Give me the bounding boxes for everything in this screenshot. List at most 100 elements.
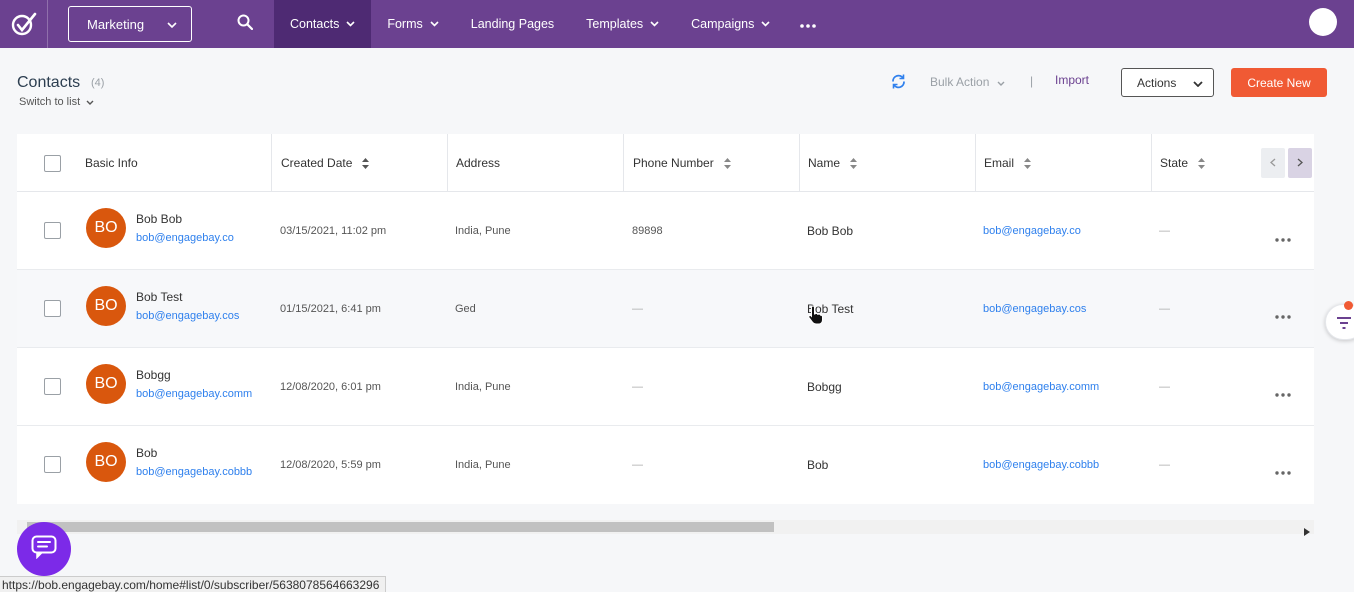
top-navbar: Marketing Contacts Forms Landing Pages T…: [0, 0, 1354, 48]
workspace-dropdown[interactable]: Marketing: [68, 6, 192, 42]
table-row[interactable]: BO Bobgg bob@engagebay.comm 12/08/2020, …: [17, 348, 1314, 426]
col-address: Address: [456, 134, 500, 192]
scroll-left-button[interactable]: [1261, 148, 1285, 178]
contact-name-link[interactable]: Bob Test: [136, 290, 182, 304]
row-checkbox[interactable]: [44, 378, 61, 395]
sort-icon: [723, 157, 731, 169]
col-phone-number[interactable]: Phone Number: [633, 134, 731, 192]
phone-cell: —: [632, 381, 643, 393]
email-cell[interactable]: bob@engagebay.cobbb: [983, 459, 1099, 471]
col-email[interactable]: Email: [984, 134, 1032, 192]
row-checkbox[interactable]: [44, 222, 61, 239]
email-cell[interactable]: bob@engagebay.cos: [983, 303, 1086, 315]
column-divider[interactable]: [975, 134, 976, 192]
nav-contacts[interactable]: Contacts: [274, 0, 372, 48]
contact-name-link[interactable]: Bob Bob: [136, 212, 182, 226]
row-checkbox[interactable]: [44, 300, 61, 317]
import-link[interactable]: Import: [1055, 73, 1089, 87]
nav-templates[interactable]: Templates: [570, 0, 675, 48]
col-basic-info-label: Basic Info: [85, 156, 138, 170]
table-row[interactable]: BO Bob bob@engagebay.cobbb 12/08/2020, 5…: [17, 426, 1314, 504]
switch-to-list-dropdown[interactable]: Switch to list: [19, 96, 94, 108]
notification-dot: [1344, 301, 1353, 310]
chevron-down-icon: [167, 17, 177, 32]
row-more-button[interactable]: [1275, 306, 1291, 324]
chat-widget-button[interactable]: [17, 522, 71, 576]
column-divider[interactable]: [447, 134, 448, 192]
nav-campaigns[interactable]: Campaigns: [675, 0, 786, 48]
scroll-right-arrow-icon[interactable]: [1304, 523, 1310, 541]
contact-email-link[interactable]: bob@engagebay.co: [136, 232, 234, 244]
chevron-down-icon: [1193, 76, 1203, 90]
contacts-count: (4): [91, 77, 105, 89]
contact-avatar[interactable]: BO: [86, 208, 126, 248]
col-state[interactable]: State: [1160, 134, 1206, 192]
nav-landing-pages-label: Landing Pages: [470, 17, 555, 31]
actions-label: Actions: [1137, 75, 1177, 90]
chevron-down-icon: [761, 21, 770, 27]
chevron-down-icon: [86, 96, 94, 108]
table-row[interactable]: BO Bob Test bob@engagebay.cos 01/15/2021…: [17, 270, 1314, 348]
nav-forms-label: Forms: [387, 17, 423, 31]
created-date-cell: 01/15/2021, 6:41 pm: [280, 303, 381, 315]
contact-avatar[interactable]: BO: [86, 364, 126, 404]
column-divider[interactable]: [1151, 134, 1152, 192]
phone-cell: —: [632, 459, 643, 471]
name-cell: Bobgg: [807, 380, 842, 394]
created-date-cell: 12/08/2020, 6:01 pm: [280, 381, 381, 393]
chevron-down-icon: [650, 21, 659, 27]
nav-landing-pages[interactable]: Landing Pages: [455, 0, 570, 48]
engagebay-logo-icon[interactable]: [0, 0, 48, 48]
address-cell: India, Pune: [455, 225, 511, 237]
refresh-button[interactable]: [890, 73, 907, 95]
status-bar-url: https://bob.engagebay.com/home#list/0/su…: [0, 576, 387, 592]
name-cell: Bob Bob: [807, 224, 854, 238]
email-cell[interactable]: bob@engagebay.comm: [983, 381, 1099, 393]
row-more-button[interactable]: [1275, 384, 1291, 402]
scrollbar-thumb[interactable]: [27, 522, 774, 532]
row-checkbox[interactable]: [44, 456, 61, 473]
nav-forms[interactable]: Forms: [371, 0, 454, 48]
column-scroll-controls: [1261, 148, 1312, 178]
col-phone-number-label: Phone Number: [633, 156, 714, 170]
user-avatar[interactable]: [1309, 8, 1337, 36]
ellipsis-icon: [1275, 229, 1291, 246]
contact-name-link[interactable]: Bobgg: [136, 368, 171, 382]
select-all-checkbox[interactable]: [44, 155, 61, 172]
nav-more-button[interactable]: [786, 0, 830, 48]
col-name[interactable]: Name: [808, 134, 858, 192]
col-state-label: State: [1160, 156, 1189, 170]
col-created-date-label: Created Date: [281, 156, 353, 170]
nav-templates-label: Templates: [586, 17, 644, 31]
create-new-button[interactable]: Create New: [1231, 68, 1327, 97]
col-created-date[interactable]: Created Date: [281, 134, 370, 192]
table-row[interactable]: BO Bob Bob bob@engagebay.co 03/15/2021, …: [17, 192, 1314, 270]
sort-icon: [1024, 157, 1032, 169]
ellipsis-icon: [1275, 462, 1291, 479]
contact-email-link[interactable]: bob@engagebay.cos: [136, 310, 239, 322]
nav-campaigns-label: Campaigns: [691, 17, 755, 31]
chevron-down-icon: [346, 21, 355, 27]
contact-name-link[interactable]: Bob: [136, 446, 157, 460]
contact-avatar[interactable]: BO: [86, 286, 126, 326]
row-more-button[interactable]: [1275, 229, 1291, 247]
row-more-button[interactable]: [1275, 462, 1291, 480]
column-divider[interactable]: [799, 134, 800, 192]
column-divider[interactable]: [623, 134, 624, 192]
search-button[interactable]: [216, 0, 274, 48]
table-header: Basic Info Created Date Address Phone Nu…: [17, 134, 1314, 192]
contact-avatar[interactable]: BO: [86, 442, 126, 482]
hand-cursor-icon: [808, 305, 824, 330]
horizontal-scrollbar[interactable]: [17, 520, 1314, 536]
name-cell: Bob: [807, 458, 829, 472]
page-title: Contacts: [17, 74, 81, 91]
column-divider[interactable]: [271, 134, 272, 192]
actions-dropdown[interactable]: Actions: [1121, 68, 1214, 97]
filter-icon: [1337, 316, 1351, 334]
contact-email-link[interactable]: bob@engagebay.cobbb: [136, 466, 252, 478]
scroll-right-button[interactable]: [1288, 148, 1312, 178]
ellipsis-icon: [1275, 384, 1291, 401]
contact-email-link[interactable]: bob@engagebay.comm: [136, 388, 252, 400]
bulk-action-dropdown[interactable]: Bulk Action: [930, 75, 1005, 89]
email-cell[interactable]: bob@engagebay.co: [983, 225, 1081, 237]
